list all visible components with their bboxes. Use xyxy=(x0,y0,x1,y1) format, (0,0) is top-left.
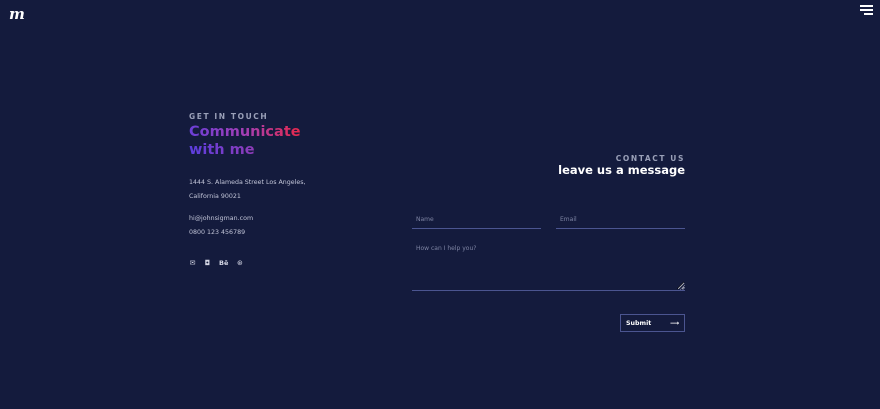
hamburger-icon[interactable] xyxy=(860,5,873,15)
mail-icon[interactable]: ✉ xyxy=(189,260,196,267)
get-in-touch-eyebrow: GET IN TOUCH xyxy=(189,112,269,121)
menu-line xyxy=(860,5,873,7)
arrow-right-icon: ⟶ xyxy=(669,319,679,327)
submit-label: Submit xyxy=(626,319,652,327)
submit-button[interactable]: Submit ⟶ xyxy=(620,314,685,332)
social-links: ✉ ◘ Bē ⊛ xyxy=(189,260,243,267)
address-line2: California 90021 xyxy=(189,193,241,200)
headline-line1: Communicate xyxy=(189,124,301,140)
resize-grip-icon[interactable] xyxy=(680,285,685,290)
name-input[interactable] xyxy=(412,210,541,229)
contact-info: hi@johnsigman.com 0800 123 456789 xyxy=(189,212,253,240)
email-link[interactable]: hi@johnsigman.com xyxy=(189,212,253,226)
email-input[interactable] xyxy=(556,210,685,229)
dribbble-icon[interactable]: ⊛ xyxy=(236,260,243,267)
instagram-icon[interactable]: ◘ xyxy=(204,260,211,267)
menu-line xyxy=(864,13,873,15)
menu-line xyxy=(860,9,873,11)
page-headline: Communicate with me xyxy=(189,123,301,159)
logo[interactable]: m xyxy=(9,5,25,23)
address-line1: 1444 S. Alameda Street Los Angeles, xyxy=(189,179,306,186)
behance-icon[interactable]: Bē xyxy=(219,260,228,267)
message-textarea[interactable] xyxy=(412,242,685,291)
form-title: leave us a message xyxy=(558,163,685,177)
phone-number[interactable]: 0800 123 456789 xyxy=(189,226,253,240)
address: 1444 S. Alameda Street Los Angeles, Cali… xyxy=(189,176,306,204)
contact-us-eyebrow: CONTACT US xyxy=(615,154,685,163)
headline-line2: with me xyxy=(189,141,301,159)
